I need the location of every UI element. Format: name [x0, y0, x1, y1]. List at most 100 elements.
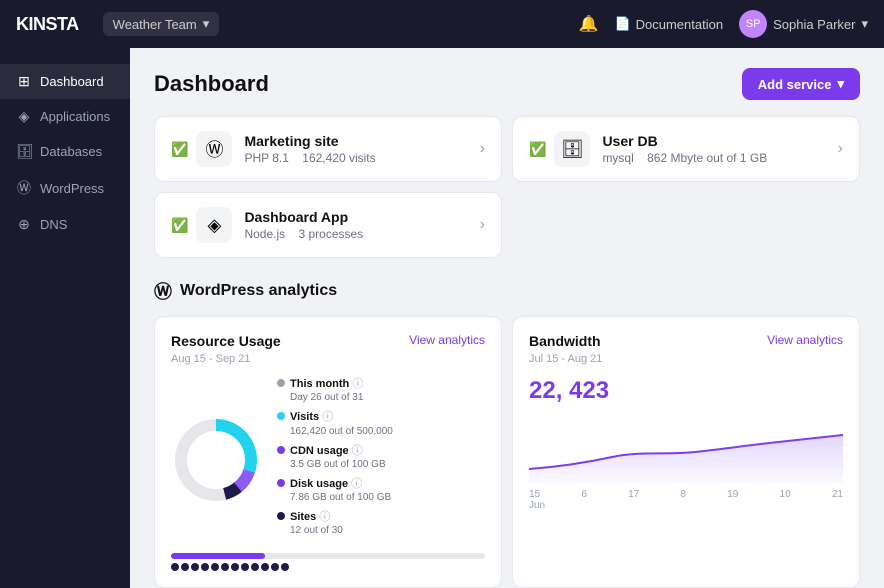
sidebar-label-dashboard: Dashboard	[40, 74, 104, 89]
user-chevron-icon: ▾	[861, 16, 868, 32]
marketing-icon: Ⓦ	[196, 131, 232, 167]
userdb-meta: mysql 862 Mbyte out of 1 GB	[602, 151, 825, 165]
dns-icon: ⊕	[16, 216, 32, 233]
sidebar-item-dashboard[interactable]: ⊞ Dashboard	[0, 64, 130, 99]
bandwidth-chart-sub: Jun	[529, 500, 843, 511]
dashapp-stat: 3 processes	[298, 227, 363, 241]
progress-bar	[171, 553, 485, 559]
service-card-dashapp[interactable]: ✅ ◈ Dashboard App Node.js 3 processes ›	[154, 192, 502, 258]
progress-dots	[171, 563, 485, 571]
dot-9	[251, 563, 259, 571]
userdb-arrow-icon: ›	[838, 140, 843, 158]
sidebar-item-dns[interactable]: ⊕ DNS	[0, 207, 130, 242]
dashapp-icon: ◈	[196, 207, 232, 243]
sidebar-item-databases[interactable]: 🗄 Databases	[0, 134, 130, 169]
user-menu[interactable]: SP Sophia Parker ▾	[739, 10, 868, 38]
topnav: KINSTA Weather Team ▾ 🔔 📄 Documentation …	[0, 0, 884, 48]
userdb-name: User DB	[602, 133, 825, 149]
resource-usage-header: Resource Usage View analytics	[171, 333, 485, 349]
sidebar-label-applications: Applications	[40, 109, 110, 124]
dashapp-arrow-icon: ›	[480, 216, 485, 234]
progress-bar-fill	[171, 553, 265, 559]
sidebar-item-wordpress[interactable]: Ⓦ WordPress	[0, 169, 130, 207]
legend-title-month: This month ⓘ	[290, 377, 363, 391]
progress-section	[171, 553, 485, 571]
userdb-stat: 862 Mbyte out of 1 GB	[647, 151, 767, 165]
legend-visits: Visits ⓘ 162,420 out of 500,000	[277, 410, 393, 437]
bandwidth-view-analytics[interactable]: View analytics	[767, 333, 843, 347]
marketing-tech: PHP 8.1	[244, 151, 288, 165]
resource-usage-view-analytics[interactable]: View analytics	[409, 333, 485, 347]
legend-sub-cdn: 3.5 GB out of 100 GB	[290, 458, 386, 471]
legend-sub-visits: 162,420 out of 500,000	[290, 425, 393, 438]
dot-4	[201, 563, 209, 571]
team-selector[interactable]: Weather Team ▾	[103, 12, 220, 36]
doc-icon: 📄	[614, 16, 630, 32]
wordpress-icon: Ⓦ	[16, 178, 32, 198]
status-check-dashapp: ✅	[171, 217, 188, 234]
analytics-grid: Resource Usage View analytics Aug 15 - S…	[154, 316, 860, 588]
legend-sub-disk: 7.86 GB out of 100 GB	[290, 491, 391, 504]
dashapp-meta: Node.js 3 processes	[244, 227, 467, 241]
dot-3	[191, 563, 199, 571]
legend-this-month: This month ⓘ Day 26 out of 31	[277, 377, 393, 404]
chart-label-17: 17	[628, 489, 639, 500]
userdb-icon: 🗄	[554, 131, 590, 167]
bandwidth-header: Bandwidth View analytics	[529, 333, 843, 349]
page-title: Dashboard	[154, 71, 269, 97]
sidebar-item-applications[interactable]: ◈ Applications	[0, 99, 130, 134]
team-chevron-icon: ▾	[203, 16, 210, 32]
wp-analytics-label: WordPress analytics	[180, 282, 337, 300]
legend-dot-cdn	[277, 446, 285, 454]
legend-dot-month	[277, 379, 285, 387]
bandwidth-chart-labels: 15 6 17 8 19 10 21	[529, 489, 843, 500]
dot-2	[181, 563, 189, 571]
bandwidth-title: Bandwidth	[529, 333, 601, 349]
chart-label-6: 6	[581, 489, 587, 500]
resource-legend: This month ⓘ Day 26 out of 31 Visits ⓘ 1…	[277, 377, 393, 543]
notification-icon[interactable]: 🔔	[579, 14, 599, 34]
legend-title-sites: Sites ⓘ	[290, 510, 343, 524]
dot-10	[261, 563, 269, 571]
chart-label-21: 21	[832, 489, 843, 500]
dot-1	[171, 563, 179, 571]
doc-label: Documentation	[636, 17, 723, 32]
legend-sites: Sites ⓘ 12 out of 30	[277, 510, 393, 537]
bandwidth-card: Bandwidth View analytics Jul 15 - Aug 21…	[512, 316, 860, 588]
service-card-marketing[interactable]: ✅ Ⓦ Marketing site PHP 8.1 162,420 visit…	[154, 116, 502, 182]
donut-chart	[171, 415, 261, 505]
legend-dot-sites	[277, 512, 285, 520]
marketing-stat: 162,420 visits	[302, 151, 375, 165]
main-content: Dashboard Add service ▾ ✅ Ⓦ Marketing si…	[130, 48, 884, 588]
chart-label-15: 15	[529, 489, 540, 500]
dashboard-icon: ⊞	[16, 73, 32, 90]
resource-usage-content: This month ⓘ Day 26 out of 31 Visits ⓘ 1…	[171, 377, 485, 543]
dashapp-tech: Node.js	[244, 227, 285, 241]
legend-title-visits: Visits ⓘ	[290, 410, 393, 424]
marketing-name: Marketing site	[244, 133, 467, 149]
databases-icon: 🗄	[16, 143, 32, 160]
chart-label-10: 10	[780, 489, 791, 500]
marketing-arrow-icon: ›	[480, 140, 485, 158]
user-name: Sophia Parker	[773, 17, 855, 32]
chart-label-19: 19	[727, 489, 738, 500]
userdb-info: User DB mysql 862 Mbyte out of 1 GB	[602, 133, 825, 165]
service-card-userdb[interactable]: ✅ 🗄 User DB mysql 862 Mbyte out of 1 GB …	[512, 116, 860, 182]
status-check-marketing: ✅	[171, 141, 188, 158]
dashapp-info: Dashboard App Node.js 3 processes	[244, 209, 467, 241]
nav-right: 🔔 📄 Documentation SP Sophia Parker ▾	[579, 10, 868, 38]
wp-icon: Ⓦ	[154, 278, 172, 304]
avatar-initials: SP	[746, 18, 761, 30]
dot-12	[281, 563, 289, 571]
legend-title-disk: Disk usage ⓘ	[290, 477, 391, 491]
documentation-button[interactable]: 📄 Documentation	[614, 16, 723, 32]
wp-analytics-title: Ⓦ WordPress analytics	[154, 278, 860, 304]
legend-dot-disk	[277, 479, 285, 487]
legend-title-cdn: CDN usage ⓘ	[290, 444, 386, 458]
logo: KINSTA	[16, 14, 79, 35]
sidebar-label-wordpress: WordPress	[40, 181, 104, 196]
add-service-button[interactable]: Add service ▾	[742, 68, 860, 100]
team-name: Weather Team	[113, 17, 197, 32]
marketing-meta: PHP 8.1 162,420 visits	[244, 151, 467, 165]
dot-6	[221, 563, 229, 571]
